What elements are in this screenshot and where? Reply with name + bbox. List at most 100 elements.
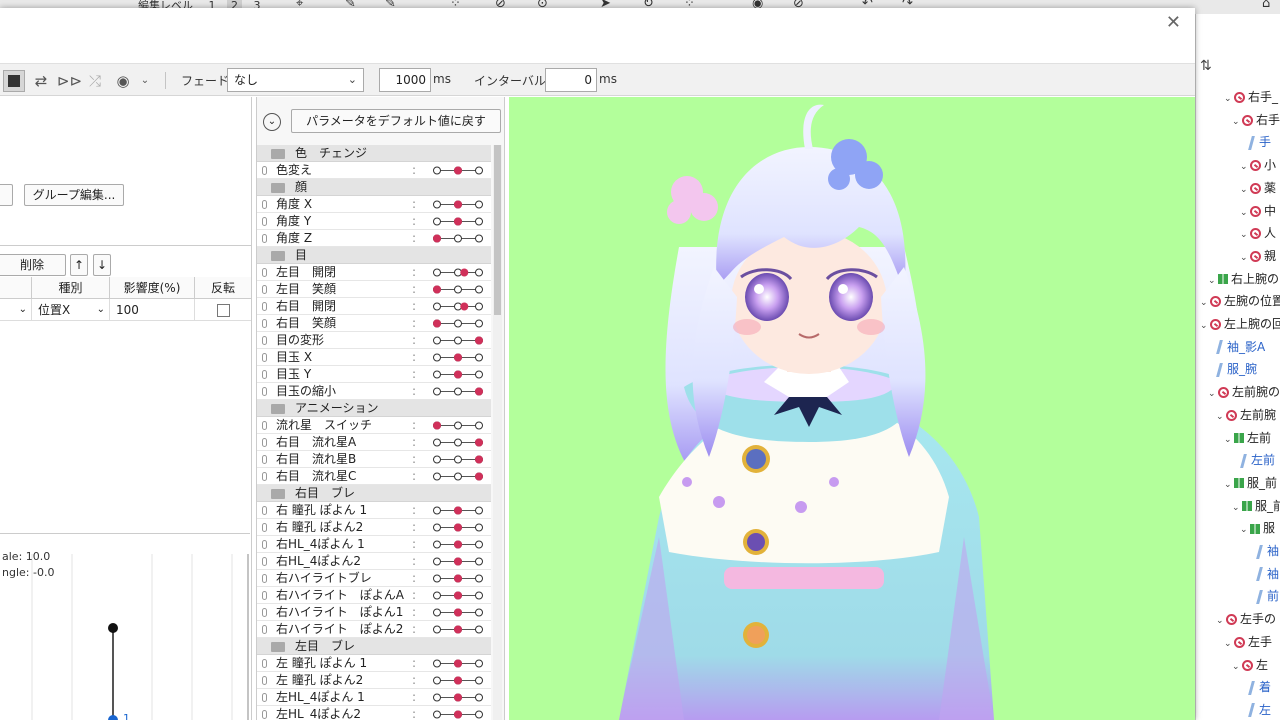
- parameter-slider[interactable]: [433, 370, 483, 379]
- tree-item[interactable]: ⌄ 右手_: [1224, 86, 1278, 108]
- parameter-group[interactable]: 左目 ブレ: [257, 638, 491, 655]
- parameter-slider[interactable]: [433, 506, 483, 515]
- lock-icon[interactable]: [262, 319, 267, 328]
- interval-input[interactable]: 0: [545, 68, 597, 92]
- lock-icon[interactable]: [262, 557, 267, 566]
- lock-sort-icon[interactable]: ⇅: [1200, 58, 1212, 74]
- parameter-slider[interactable]: [433, 268, 483, 277]
- lock-icon[interactable]: [262, 574, 267, 583]
- chevron-down-icon[interactable]: ⌄: [1200, 292, 1210, 314]
- parameter-slider[interactable]: [433, 336, 483, 345]
- slider-knob[interactable]: [454, 710, 462, 719]
- parameter-slider[interactable]: [433, 574, 483, 583]
- parameter-row[interactable]: 目玉 Y:: [257, 366, 491, 383]
- tree-item[interactable]: ⌄ 薬: [1240, 177, 1276, 199]
- slider-knob[interactable]: [454, 676, 462, 685]
- slider-knob[interactable]: [454, 166, 462, 175]
- chevron-down-icon[interactable]: ⌄: [1232, 111, 1242, 133]
- slider-knob[interactable]: [454, 557, 462, 566]
- model-preview-viewport[interactable]: [509, 97, 1195, 720]
- chevron-down-icon[interactable]: ⌄: [1216, 406, 1226, 428]
- scrollbar-thumb[interactable]: [494, 145, 501, 315]
- tree-item[interactable]: ⌄ 服: [1240, 517, 1275, 539]
- parameter-row[interactable]: 右ハイライトブレ:: [257, 570, 491, 587]
- tree-item[interactable]: 左前: [1232, 449, 1275, 471]
- chevron-down-icon[interactable]: ⌄: [1240, 202, 1250, 224]
- parameter-slider[interactable]: [433, 438, 483, 447]
- record-icon[interactable]: ◉: [112, 70, 134, 92]
- parameter-row[interactable]: 左HL_4ぽよん 1:: [257, 689, 491, 706]
- parameter-slider[interactable]: [433, 693, 483, 702]
- parameter-row[interactable]: 右 瞳孔 ぽよん2:: [257, 519, 491, 536]
- shuffle-icon[interactable]: ⤮: [84, 70, 106, 92]
- lock-icon[interactable]: [262, 285, 267, 294]
- slider-knob[interactable]: [454, 506, 462, 515]
- lock-icon[interactable]: [262, 693, 267, 702]
- fade-select[interactable]: なし ⌄: [227, 68, 364, 92]
- chevron-down-icon[interactable]: ⌄: [1232, 656, 1242, 678]
- chevron-down-icon[interactable]: ⌄: [1216, 610, 1226, 632]
- delete-button[interactable]: 削除: [0, 254, 66, 276]
- chevron-down-icon[interactable]: ⌄: [1224, 429, 1234, 451]
- slider-knob[interactable]: [454, 659, 462, 668]
- parameter-row[interactable]: 右ハイライト ぽよん1:: [257, 604, 491, 621]
- parameter-row[interactable]: 左 瞳孔 ぽよん 1:: [257, 655, 491, 672]
- chevron-down-icon[interactable]: ⌄: [1240, 519, 1250, 541]
- home-icon[interactable]: ⌂: [1262, 0, 1270, 11]
- group-edit-button[interactable]: グループ編集...: [24, 184, 124, 206]
- lock-icon[interactable]: [262, 523, 267, 532]
- chevron-down-icon[interactable]: ⌄: [1240, 156, 1250, 178]
- curve-key-point[interactable]: [108, 715, 118, 720]
- lock-icon[interactable]: [262, 421, 267, 430]
- parameter-slider[interactable]: [433, 285, 483, 294]
- parameter-group[interactable]: 右目 ブレ: [257, 485, 491, 502]
- chevron-down-icon[interactable]: ⌄: [1224, 88, 1234, 110]
- tree-item[interactable]: ⌄ 左前腕の: [1208, 381, 1280, 403]
- invert-checkbox[interactable]: [216, 304, 230, 317]
- tree-item[interactable]: ⌄ 服_前: [1224, 472, 1277, 494]
- tree-item[interactable]: ⌄ 左手: [1224, 631, 1272, 653]
- tree-item[interactable]: 着: [1240, 676, 1271, 698]
- slider-knob[interactable]: [433, 319, 441, 328]
- parameter-row[interactable]: 右目 流れ星C:: [257, 468, 491, 485]
- lock-icon[interactable]: [262, 591, 267, 600]
- parameter-slider[interactable]: [433, 319, 483, 328]
- lock-icon[interactable]: [262, 234, 267, 243]
- tree-item[interactable]: 左: [1240, 699, 1271, 720]
- slider-knob[interactable]: [454, 200, 462, 209]
- tree-item[interactable]: ⌄ 親: [1240, 245, 1276, 267]
- parameter-slider[interactable]: [433, 302, 483, 311]
- parameter-row[interactable]: 色変え:: [257, 162, 491, 179]
- chevron-down-icon[interactable]: ⌄: [1208, 383, 1218, 405]
- lock-icon[interactable]: [262, 608, 267, 617]
- parameter-row[interactable]: 角度 Z:: [257, 230, 491, 247]
- parameter-row[interactable]: 角度 X:: [257, 196, 491, 213]
- tree-item[interactable]: 手: [1240, 131, 1271, 153]
- parameter-row[interactable]: 左 瞳孔 ぽよん2:: [257, 672, 491, 689]
- loop-icon[interactable]: ⇄: [30, 70, 52, 92]
- parameter-slider[interactable]: [433, 591, 483, 600]
- parameter-group[interactable]: 目: [257, 247, 491, 264]
- move-up-button[interactable]: ↑: [70, 254, 88, 276]
- stop-button[interactable]: [3, 70, 25, 92]
- lock-icon[interactable]: [262, 540, 267, 549]
- slider-knob[interactable]: [454, 574, 462, 583]
- partial-button[interactable]: [0, 184, 13, 206]
- slider-knob[interactable]: [454, 370, 462, 379]
- chevron-down-icon[interactable]: ⌄: [1224, 633, 1234, 655]
- lock-icon[interactable]: [262, 659, 267, 668]
- slider-knob[interactable]: [454, 608, 462, 617]
- slider-knob[interactable]: [475, 455, 483, 464]
- parameter-row[interactable]: 右 瞳孔 ぽよん 1:: [257, 502, 491, 519]
- tree-item[interactable]: 袖: [1248, 563, 1279, 585]
- parameter-slider[interactable]: [433, 557, 483, 566]
- tree-item[interactable]: ⌄ 左: [1232, 654, 1268, 676]
- parameter-row[interactable]: 右目 笑顔:: [257, 315, 491, 332]
- table-row[interactable]: ⌄: [0, 299, 32, 321]
- lock-icon[interactable]: [262, 336, 267, 345]
- parameter-group[interactable]: 顔: [257, 179, 491, 196]
- slider-knob[interactable]: [460, 302, 469, 311]
- parameter-slider[interactable]: [433, 523, 483, 532]
- parameter-slider[interactable]: [433, 676, 483, 685]
- parameter-row[interactable]: 右HL_4ぽよん2:: [257, 553, 491, 570]
